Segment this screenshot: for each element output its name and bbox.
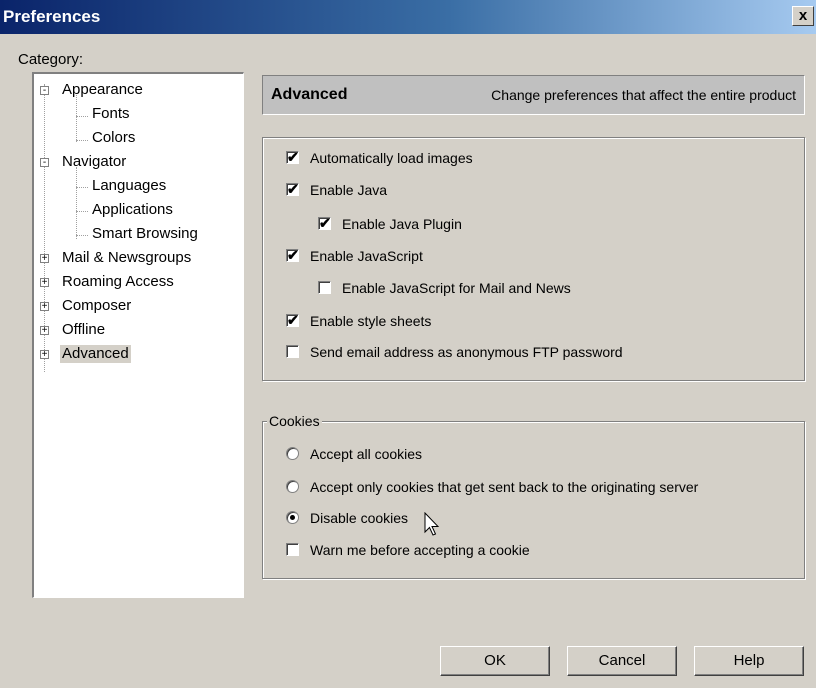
- option-label: Enable JavaScript for Mail and News: [342, 280, 571, 296]
- checkmark-icon: ✔: [287, 247, 299, 263]
- cancel-button[interactable]: Cancel: [567, 646, 677, 676]
- tree-connector: [76, 116, 88, 117]
- category-label: Category:: [18, 51, 84, 68]
- tree-connector: [76, 140, 88, 141]
- tree-item-label: Roaming Access: [62, 273, 174, 290]
- panel-header: Advanced Change preferences that affect …: [262, 75, 805, 115]
- radio-circle[interactable]: [286, 511, 299, 524]
- option-label: Send email address as anonymous FTP pass…: [310, 344, 623, 360]
- tree-item-label: Offline: [62, 321, 106, 338]
- tree-item-label: Composer: [62, 297, 132, 314]
- checkmark-icon: ✔: [287, 149, 299, 165]
- tree-connector: [76, 235, 88, 236]
- tree-item-label: Applications: [92, 201, 173, 218]
- tree-item-label: Languages: [92, 177, 167, 194]
- tree-item-colors[interactable]: Colors: [92, 129, 135, 147]
- category-tree[interactable]: - Appearance Fonts Colors - Navigator La…: [32, 72, 244, 598]
- expand-icon[interactable]: +: [40, 278, 49, 288]
- checkmark-icon: ✔: [319, 215, 331, 231]
- checkbox-box[interactable]: ✔: [286, 312, 299, 328]
- help-button[interactable]: Help: [694, 646, 804, 676]
- tree-connector: [76, 187, 88, 188]
- collapse-icon[interactable]: -: [40, 86, 49, 96]
- tree-connector: [76, 211, 88, 212]
- checkbox-box[interactable]: [286, 543, 299, 556]
- checkmark-icon: ✔: [287, 181, 299, 197]
- tree-connector: [76, 167, 77, 239]
- option-label: Enable style sheets: [310, 313, 432, 329]
- collapse-icon[interactable]: -: [40, 158, 49, 168]
- expand-icon[interactable]: +: [40, 254, 49, 264]
- tree-connector: [76, 95, 77, 142]
- tree-item-fonts[interactable]: Fonts: [92, 105, 130, 123]
- mouse-pointer-icon: [424, 512, 440, 536]
- checkmark-icon: ✔: [287, 312, 299, 328]
- cookies-legend: Cookies: [267, 413, 322, 429]
- radio-label: Disable cookies: [310, 510, 409, 526]
- option-label: Automatically load images: [310, 150, 473, 166]
- radio-circle[interactable]: [286, 480, 299, 493]
- radio-label: Accept all cookies: [310, 446, 423, 462]
- checkbox-box[interactable]: ✔: [286, 247, 299, 263]
- tree-item-smart-browsing[interactable]: Smart Browsing: [92, 225, 198, 243]
- tree-item-label: Navigator: [62, 153, 127, 170]
- expand-icon[interactable]: +: [40, 302, 49, 312]
- tree-item-label: Advanced: [60, 345, 131, 363]
- panel-title: Advanced: [271, 86, 348, 103]
- ok-button[interactable]: OK: [440, 646, 550, 676]
- title-bar: Preferences x: [0, 0, 816, 34]
- tree-item-label: Mail & Newsgroups: [62, 249, 192, 266]
- option-label: Enable Java: [310, 182, 388, 198]
- checkbox-box[interactable]: [286, 345, 299, 358]
- tree-item-label: Colors: [92, 129, 136, 146]
- close-button[interactable]: x: [792, 6, 814, 26]
- tree-item-label: Smart Browsing: [92, 225, 198, 242]
- tree-item-languages[interactable]: Languages: [92, 177, 166, 195]
- window-title: Preferences: [3, 7, 101, 26]
- option-label: Enable Java Plugin: [342, 216, 462, 232]
- option-label: Warn me before accepting a cookie: [310, 542, 530, 558]
- checkbox-box[interactable]: ✔: [286, 149, 299, 165]
- radio-dot-icon: [290, 515, 295, 520]
- expand-icon[interactable]: +: [40, 326, 49, 336]
- tree-item-label: Appearance: [62, 81, 143, 98]
- tree-item-label: Fonts: [92, 105, 130, 122]
- radio-circle[interactable]: [286, 447, 299, 460]
- tree-item-applications[interactable]: Applications: [92, 201, 173, 219]
- checkbox-box[interactable]: ✔: [318, 215, 331, 231]
- radio-label: Accept only cookies that get sent back t…: [310, 479, 699, 495]
- option-label: Enable JavaScript: [310, 248, 423, 264]
- panel-description: Change preferences that affect the entir…: [491, 87, 796, 103]
- checkbox-box[interactable]: [318, 281, 331, 294]
- checkbox-box[interactable]: ✔: [286, 181, 299, 197]
- expand-icon[interactable]: +: [40, 350, 49, 360]
